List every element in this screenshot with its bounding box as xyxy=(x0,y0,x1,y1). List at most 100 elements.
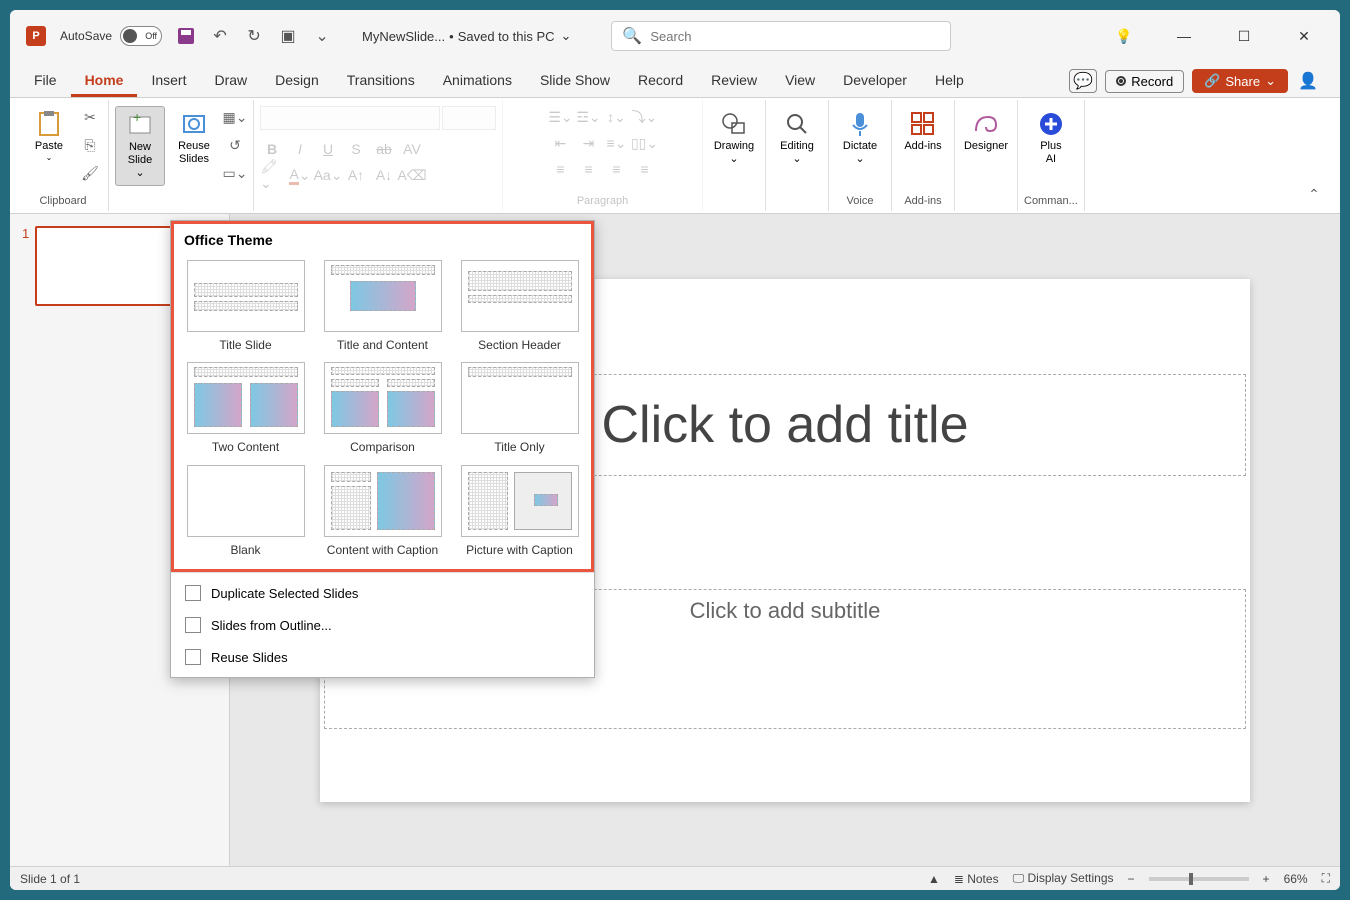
menu-slides-from-outline[interactable]: Slides from Outline... xyxy=(171,609,594,641)
section-button[interactable]: ▭⌄ xyxy=(223,162,247,184)
align-center-button[interactable]: ≡ xyxy=(577,158,601,180)
layout-title-and-content[interactable]: Title and Content xyxy=(319,260,446,352)
underline-button[interactable]: U xyxy=(316,138,340,160)
tab-transitions[interactable]: Transitions xyxy=(333,66,429,97)
menu-duplicate-slides[interactable]: Duplicate Selected Slides xyxy=(171,577,594,609)
save-status-label: Saved to this PC xyxy=(458,29,555,44)
tab-view[interactable]: View xyxy=(771,66,829,97)
document-title-area[interactable]: MyNewSlide... • Saved to this PC ⌄ xyxy=(362,28,571,44)
reset-button[interactable]: ↺ xyxy=(223,134,247,156)
editing-button[interactable]: Editing ⌄ xyxy=(772,106,822,170)
tab-design[interactable]: Design xyxy=(261,66,333,97)
record-button[interactable]: Record xyxy=(1105,70,1184,93)
tab-draw[interactable]: Draw xyxy=(200,66,261,97)
layout-comparison[interactable]: Comparison xyxy=(319,362,446,454)
group-editing: Editing ⌄ xyxy=(766,100,829,211)
slide-number: 1 xyxy=(22,226,29,306)
close-button[interactable]: ✕ xyxy=(1284,21,1324,51)
tab-home[interactable]: Home xyxy=(71,66,138,97)
copy-button[interactable]: ⎘ xyxy=(78,134,102,156)
drawing-button[interactable]: Drawing ⌄ xyxy=(709,106,759,170)
paste-button[interactable]: Paste⌄ xyxy=(24,106,74,167)
qat-overflow-button[interactable]: ⌄ xyxy=(312,26,332,46)
font-color-button[interactable]: A⌄ xyxy=(288,164,312,186)
bullets-button[interactable]: ☰⌄ xyxy=(549,106,573,128)
align-text-button[interactable]: ≡⌄ xyxy=(605,132,629,154)
search-input[interactable] xyxy=(650,29,940,44)
search-box[interactable]: 🔍 xyxy=(611,21,951,51)
reuse-slides-button[interactable]: Reuse Slides xyxy=(169,106,219,170)
group-designer: Designer xyxy=(955,100,1018,211)
layout-blank[interactable]: Blank xyxy=(182,465,309,557)
font-size-select[interactable] xyxy=(442,106,496,130)
minimize-button[interactable]: — xyxy=(1164,21,1204,51)
zoom-out-button[interactable]: − xyxy=(1128,872,1135,886)
tips-button[interactable]: 💡 xyxy=(1104,21,1144,51)
zoom-percent-label[interactable]: 66% xyxy=(1284,872,1308,886)
cut-button[interactable]: ✂ xyxy=(78,106,102,128)
italic-button[interactable]: I xyxy=(288,138,312,160)
columns-button[interactable]: ▯▯⌄ xyxy=(633,132,657,154)
dictate-button[interactable]: Dictate ⌄ xyxy=(835,106,885,170)
scroll-up-icon[interactable]: ▲ xyxy=(928,872,940,886)
layout-content-with-caption[interactable]: Content with Caption xyxy=(319,465,446,557)
designer-button[interactable]: Designer xyxy=(961,106,1011,157)
layout-picture-with-caption[interactable]: Picture with Caption xyxy=(456,465,583,557)
shrink-font-button[interactable]: A↓ xyxy=(372,164,396,186)
collapse-ribbon-button[interactable]: ⌃ xyxy=(1302,183,1326,205)
tab-developer[interactable]: Developer xyxy=(829,66,921,97)
redo-button[interactable]: ↻ xyxy=(244,26,264,46)
autosave-toggle-area: AutoSave Off xyxy=(60,26,162,46)
undo-button[interactable]: ↶ xyxy=(210,26,230,46)
justify-button[interactable]: ≡ xyxy=(633,158,657,180)
grow-font-button[interactable]: A↑ xyxy=(344,164,368,186)
align-left-button[interactable]: ≡ xyxy=(549,158,573,180)
collaborator-button[interactable]: 👤 xyxy=(1296,69,1320,93)
increase-indent-button[interactable]: ⇥ xyxy=(577,132,601,154)
decrease-indent-button[interactable]: ⇤ xyxy=(549,132,573,154)
tab-record[interactable]: Record xyxy=(624,66,697,97)
tab-animations[interactable]: Animations xyxy=(429,66,526,97)
zoom-in-button[interactable]: + xyxy=(1263,872,1270,886)
tab-review[interactable]: Review xyxy=(697,66,771,97)
present-button[interactable]: ▣ xyxy=(278,26,298,46)
layout-title-only[interactable]: Title Only xyxy=(456,362,583,454)
tab-slideshow[interactable]: Slide Show xyxy=(526,66,624,97)
zoom-slider[interactable] xyxy=(1149,877,1249,881)
tab-help[interactable]: Help xyxy=(921,66,978,97)
comments-button[interactable]: 💬 xyxy=(1069,69,1097,93)
slide-thumbnail[interactable] xyxy=(35,226,175,306)
plusai-button[interactable]: Plus AI xyxy=(1026,106,1076,170)
tab-insert[interactable]: Insert xyxy=(137,66,200,97)
display-settings-button[interactable]: 🖵 Display Settings xyxy=(1013,871,1114,886)
shadow-button[interactable]: S xyxy=(344,138,368,160)
fit-to-window-button[interactable]: ⛶ xyxy=(1322,871,1330,886)
line-spacing-button[interactable]: ↕⌄ xyxy=(605,106,629,128)
layout-section-header[interactable]: Section Header xyxy=(456,260,583,352)
group-drawing: Drawing ⌄ xyxy=(703,100,766,211)
autosave-toggle[interactable]: Off xyxy=(120,26,162,46)
strikethrough-button[interactable]: ab xyxy=(372,138,396,160)
notes-button[interactable]: ≣ Notes xyxy=(954,872,999,886)
layout-title-slide[interactable]: Title Slide xyxy=(182,260,309,352)
numbering-button[interactable]: ☲⌄ xyxy=(577,106,601,128)
new-slide-button[interactable]: + New Slide ⌄ xyxy=(115,106,165,186)
align-right-button[interactable]: ≡ xyxy=(605,158,629,180)
change-case-button[interactable]: Aa⌄ xyxy=(316,164,340,186)
layout-button[interactable]: ▦⌄ xyxy=(223,106,247,128)
addins-button[interactable]: Add-ins xyxy=(898,106,948,157)
powerpoint-app-icon: P xyxy=(26,26,46,46)
format-painter-button[interactable]: 🖌 xyxy=(78,162,102,184)
highlight-button[interactable]: 🖍⌄ xyxy=(260,164,284,186)
text-direction-button[interactable]: ⤵⌄ xyxy=(633,106,657,128)
layout-two-content[interactable]: Two Content xyxy=(182,362,309,454)
maximize-button[interactable]: ☐ xyxy=(1224,21,1264,51)
save-button[interactable] xyxy=(176,26,196,46)
app-window: P AutoSave Off ↶ ↻ ▣ ⌄ MyNewSlide... • S… xyxy=(10,10,1340,890)
tab-file[interactable]: File xyxy=(20,66,71,97)
bold-button[interactable]: B xyxy=(260,138,284,160)
font-family-select[interactable] xyxy=(260,106,440,130)
clear-formatting-button[interactable]: A⌫ xyxy=(400,164,424,186)
share-button[interactable]: 🔗 Share ⌄ xyxy=(1192,69,1288,93)
menu-reuse-slides[interactable]: Reuse Slides xyxy=(171,641,594,673)
